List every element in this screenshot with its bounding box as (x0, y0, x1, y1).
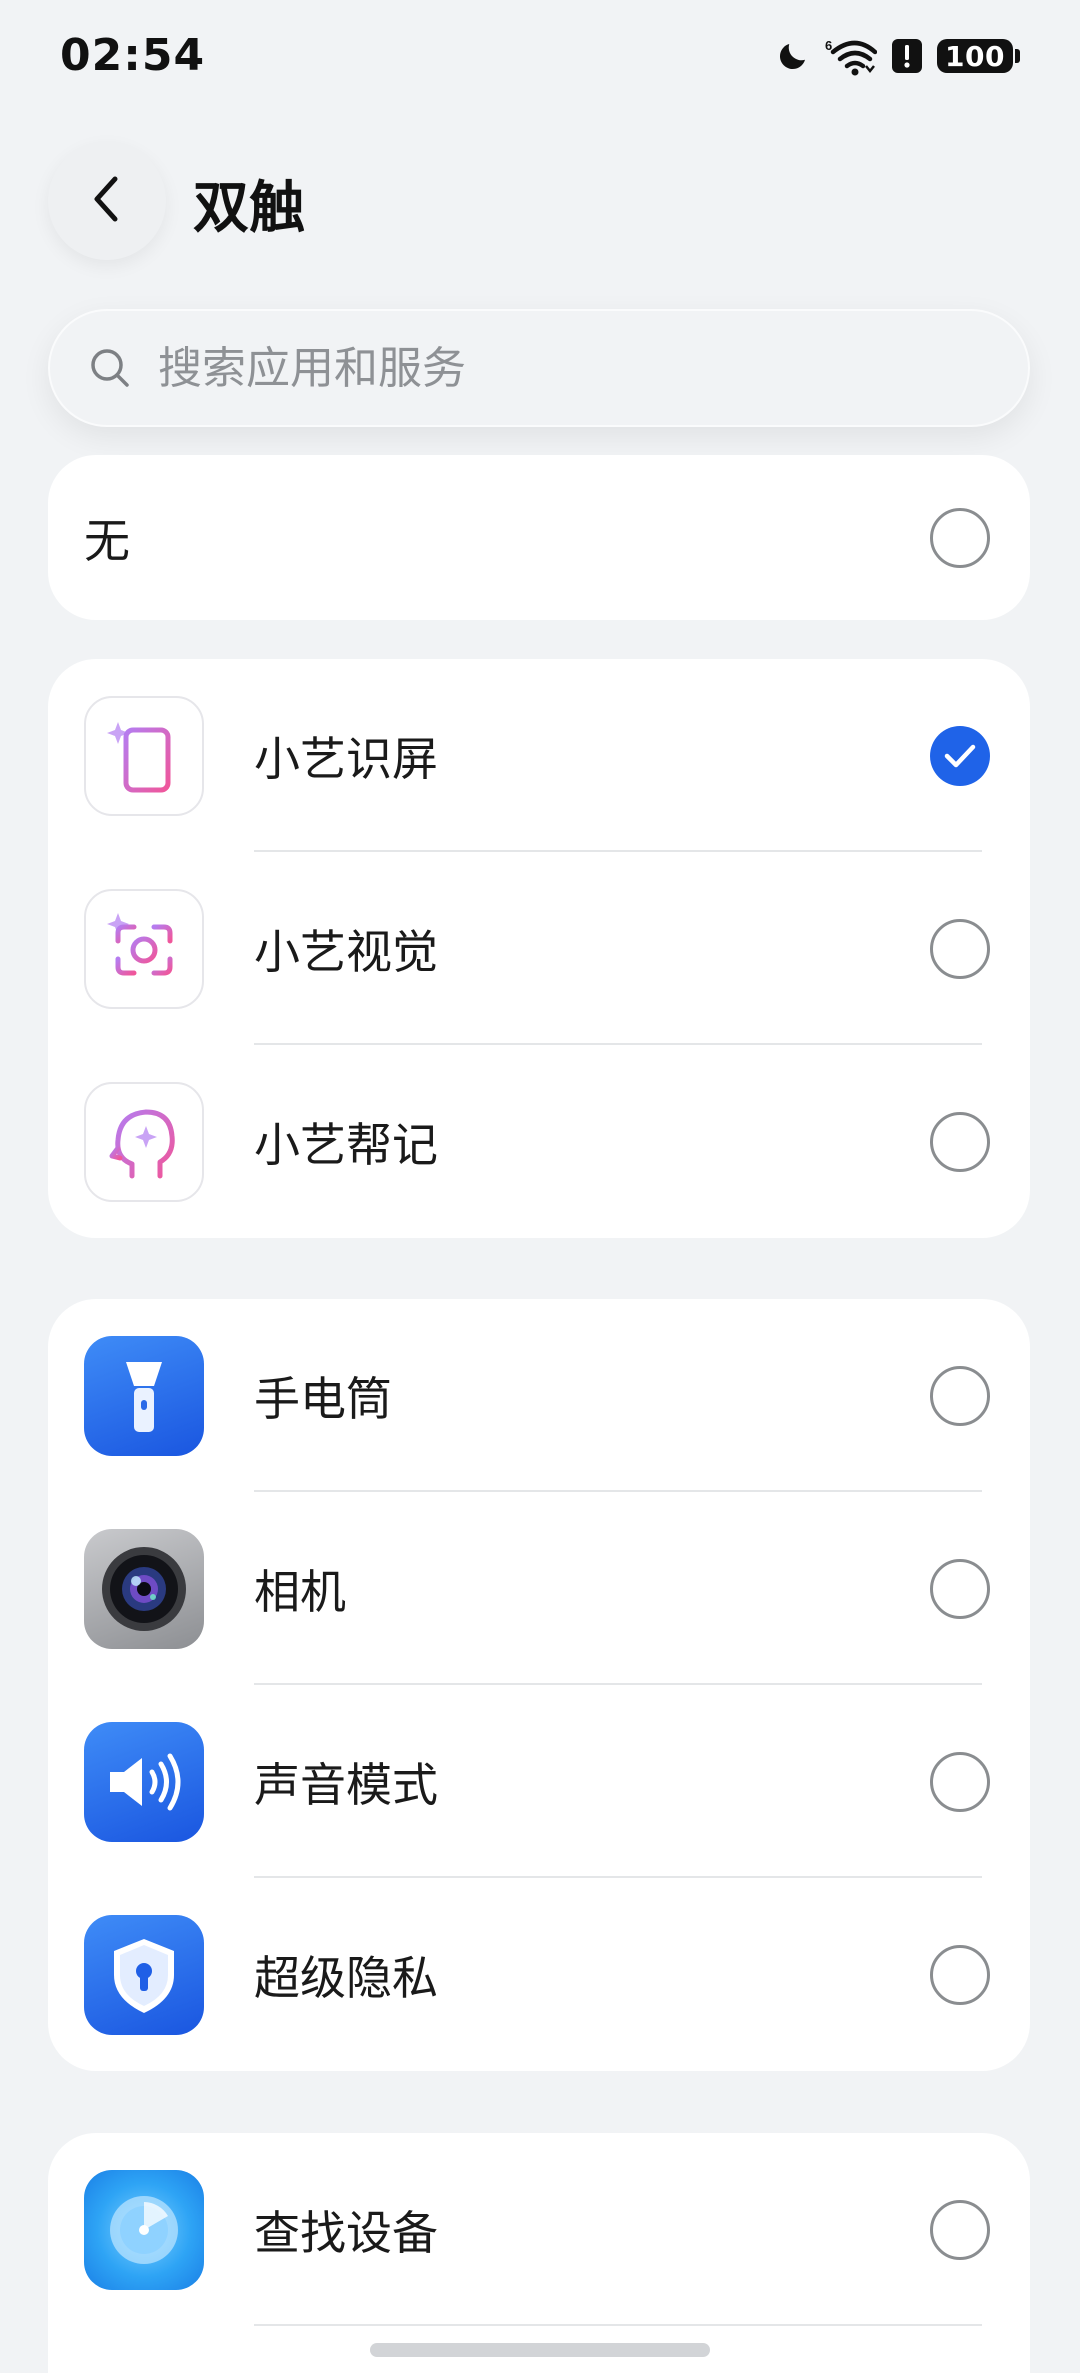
option-card-none: 无 (48, 455, 1030, 620)
option-label: 声音模式 (254, 1757, 438, 1812)
status-bar: 02:54 6 100 (0, 0, 1080, 120)
page-title: 双触 (193, 176, 305, 241)
memory-icon (84, 1081, 204, 1202)
radio-button[interactable] (930, 1365, 990, 1426)
option-card-assistant: 小艺识屏 小艺视觉 小艺帮记 (48, 659, 1030, 1238)
back-button[interactable] (48, 142, 166, 260)
radio-button[interactable] (930, 1111, 990, 1172)
wifi-icon: 6 (825, 36, 878, 76)
radio-button[interactable] (930, 918, 990, 979)
search-box[interactable] (48, 309, 1030, 427)
option-row-camera[interactable]: 相机 (48, 1492, 1030, 1685)
moon-icon (775, 38, 811, 74)
option-label: 相机 (254, 1564, 346, 1619)
option-label: 无 (84, 513, 130, 568)
status-icons: 6 100 (775, 36, 1020, 76)
screen-recognition-icon (84, 695, 204, 816)
radio-button[interactable] (930, 2199, 990, 2260)
alert-icon (891, 38, 923, 74)
radio-button[interactable] (930, 1751, 990, 1812)
option-card-more: 查找设备 (48, 2133, 1030, 2373)
privacy-shield-icon (84, 1914, 204, 2035)
radio-button[interactable] (930, 507, 990, 568)
option-row-super-privacy[interactable]: 超级隐私 (48, 1878, 1030, 2071)
vision-icon (84, 888, 204, 1009)
home-indicator[interactable] (370, 2343, 710, 2357)
option-row-vision[interactable]: 小艺视觉 (48, 852, 1030, 1045)
search-input[interactable] (156, 341, 940, 395)
option-label: 手电筒 (254, 1371, 392, 1426)
radio-button[interactable] (930, 1558, 990, 1619)
option-card-tools: 手电筒 相机 声音模式 超级隐私 (48, 1299, 1030, 2071)
option-row-flashlight[interactable]: 手电筒 (48, 1299, 1030, 1492)
option-row-sound-mode[interactable]: 声音模式 (48, 1685, 1030, 1878)
flashlight-icon (84, 1335, 204, 1456)
option-row-none[interactable]: 无 (48, 455, 1030, 620)
chevron-left-icon (85, 173, 129, 229)
option-row-find-device[interactable]: 查找设备 (48, 2133, 1030, 2326)
option-label: 查找设备 (254, 2205, 438, 2260)
status-time: 02:54 (60, 30, 206, 81)
option-row-memory[interactable]: 小艺帮记 (48, 1045, 1030, 1238)
search-icon (88, 346, 132, 390)
option-row-screen-recognition[interactable]: 小艺识屏 (48, 659, 1030, 852)
battery-level: 100 (937, 39, 1013, 73)
option-label: 小艺视觉 (254, 924, 438, 979)
battery-indicator: 100 (937, 39, 1020, 73)
radio-button[interactable] (930, 1944, 990, 2005)
radio-button-checked[interactable] (930, 725, 990, 786)
option-label: 小艺帮记 (254, 1117, 438, 1172)
divider (254, 2324, 982, 2326)
find-device-icon (84, 2169, 204, 2290)
option-label: 小艺识屏 (254, 731, 438, 786)
option-label: 超级隐私 (254, 1950, 438, 2005)
camera-icon (84, 1528, 204, 1649)
sound-icon (84, 1721, 204, 1842)
